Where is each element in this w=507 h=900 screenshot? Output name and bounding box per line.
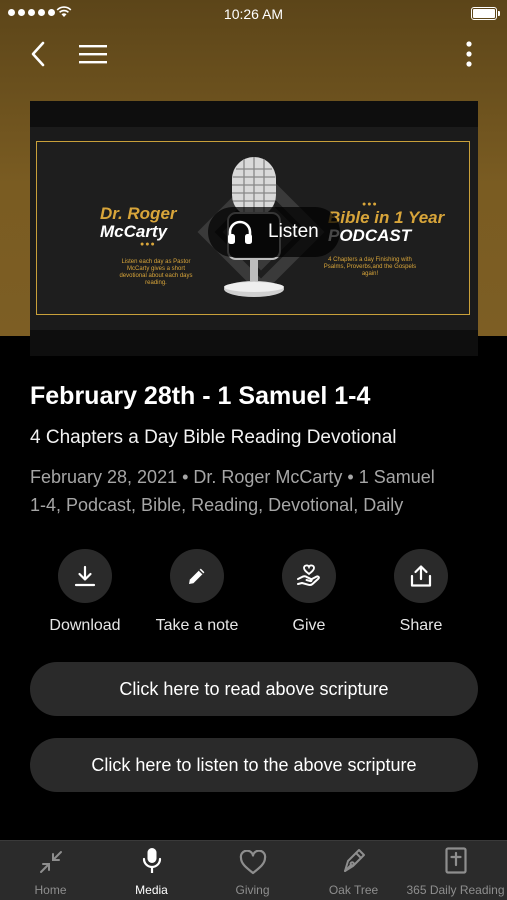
- navigation-bar: [0, 30, 507, 74]
- tab-oak-tree-label: Oak Tree: [328, 883, 379, 897]
- compress-arrows-icon: [39, 851, 62, 873]
- tab-365-daily-reading[interactable]: 365 Daily Reading: [404, 841, 507, 900]
- episode-title: February 28th - 1 Samuel 1-4: [30, 382, 371, 410]
- battery-icon: [471, 7, 500, 20]
- hamburger-menu-icon: [79, 45, 107, 64]
- tab-365-daily-reading-label: 365 Daily Reading: [406, 883, 505, 897]
- chevron-left-icon: [31, 41, 45, 67]
- heart-icon: [239, 850, 266, 875]
- microphone-icon: [142, 848, 161, 873]
- more-options-button[interactable]: [451, 36, 487, 72]
- vertical-ellipsis-icon: [466, 41, 472, 67]
- episode-meta-line-1: February 28, 2021 • Dr. Roger McCarty • …: [30, 467, 435, 487]
- tab-home[interactable]: Home: [0, 841, 101, 900]
- download-button[interactable]: Download: [30, 549, 140, 635]
- give-label: Give: [292, 617, 326, 634]
- tab-giving-label: Giving: [235, 883, 270, 897]
- take-note-button[interactable]: Take a note: [142, 549, 252, 635]
- download-label: Download: [49, 617, 121, 634]
- back-button[interactable]: [20, 36, 56, 72]
- headphones-icon: [228, 220, 252, 244]
- share-label: Share: [399, 617, 443, 634]
- read-scripture-button[interactable]: Click here to read above scripture: [30, 662, 478, 716]
- download-icon: [74, 565, 96, 587]
- listen-label: Listen: [268, 221, 319, 242]
- bible-cross-icon: [444, 847, 467, 874]
- listen-scripture-button[interactable]: Click here to listen to the above script…: [30, 738, 478, 792]
- menu-button[interactable]: [75, 36, 111, 72]
- status-time: 10:26 AM: [223, 6, 284, 22]
- artwork-left-title: Dr. Roger McCarty: [100, 204, 177, 241]
- tab-oak-tree[interactable]: Oak Tree: [303, 841, 404, 900]
- podcast-artwork: ●●● Dr. Roger McCarty Listen each day as…: [30, 101, 478, 356]
- status-bar: 10:26 AM: [0, 0, 507, 28]
- listen-button[interactable]: Listen: [208, 207, 340, 257]
- take-note-label: Take a note: [155, 617, 239, 634]
- bottom-tab-bar: Home Media Giving Oak Tree 365 Daily Rea…: [0, 840, 507, 900]
- tab-giving[interactable]: Giving: [202, 841, 303, 900]
- series-title: 4 Chapters a Day Bible Reading Devotiona…: [30, 427, 397, 448]
- share-icon: [410, 565, 432, 587]
- tab-media[interactable]: Media: [101, 841, 202, 900]
- tab-home-label: Home: [34, 883, 67, 897]
- share-button[interactable]: Share: [366, 549, 476, 635]
- artwork-right-title: Bible in 1 Year PODCAST: [328, 208, 445, 245]
- give-hand-heart-icon: [297, 564, 320, 586]
- tab-media-label: Media: [135, 883, 168, 897]
- pen-nib-icon: [343, 849, 365, 872]
- give-button[interactable]: Give: [254, 549, 364, 635]
- artwork-right-blurb: 4 Chapters a day Finishing with Psalms, …: [323, 257, 417, 277]
- episode-meta-line-2: 1-4, Podcast, Bible, Reading, Devotional…: [30, 495, 404, 515]
- pencil-icon: [189, 568, 205, 584]
- artwork-left-blurb: Listen each day as Pastor McCarty gives …: [119, 259, 193, 286]
